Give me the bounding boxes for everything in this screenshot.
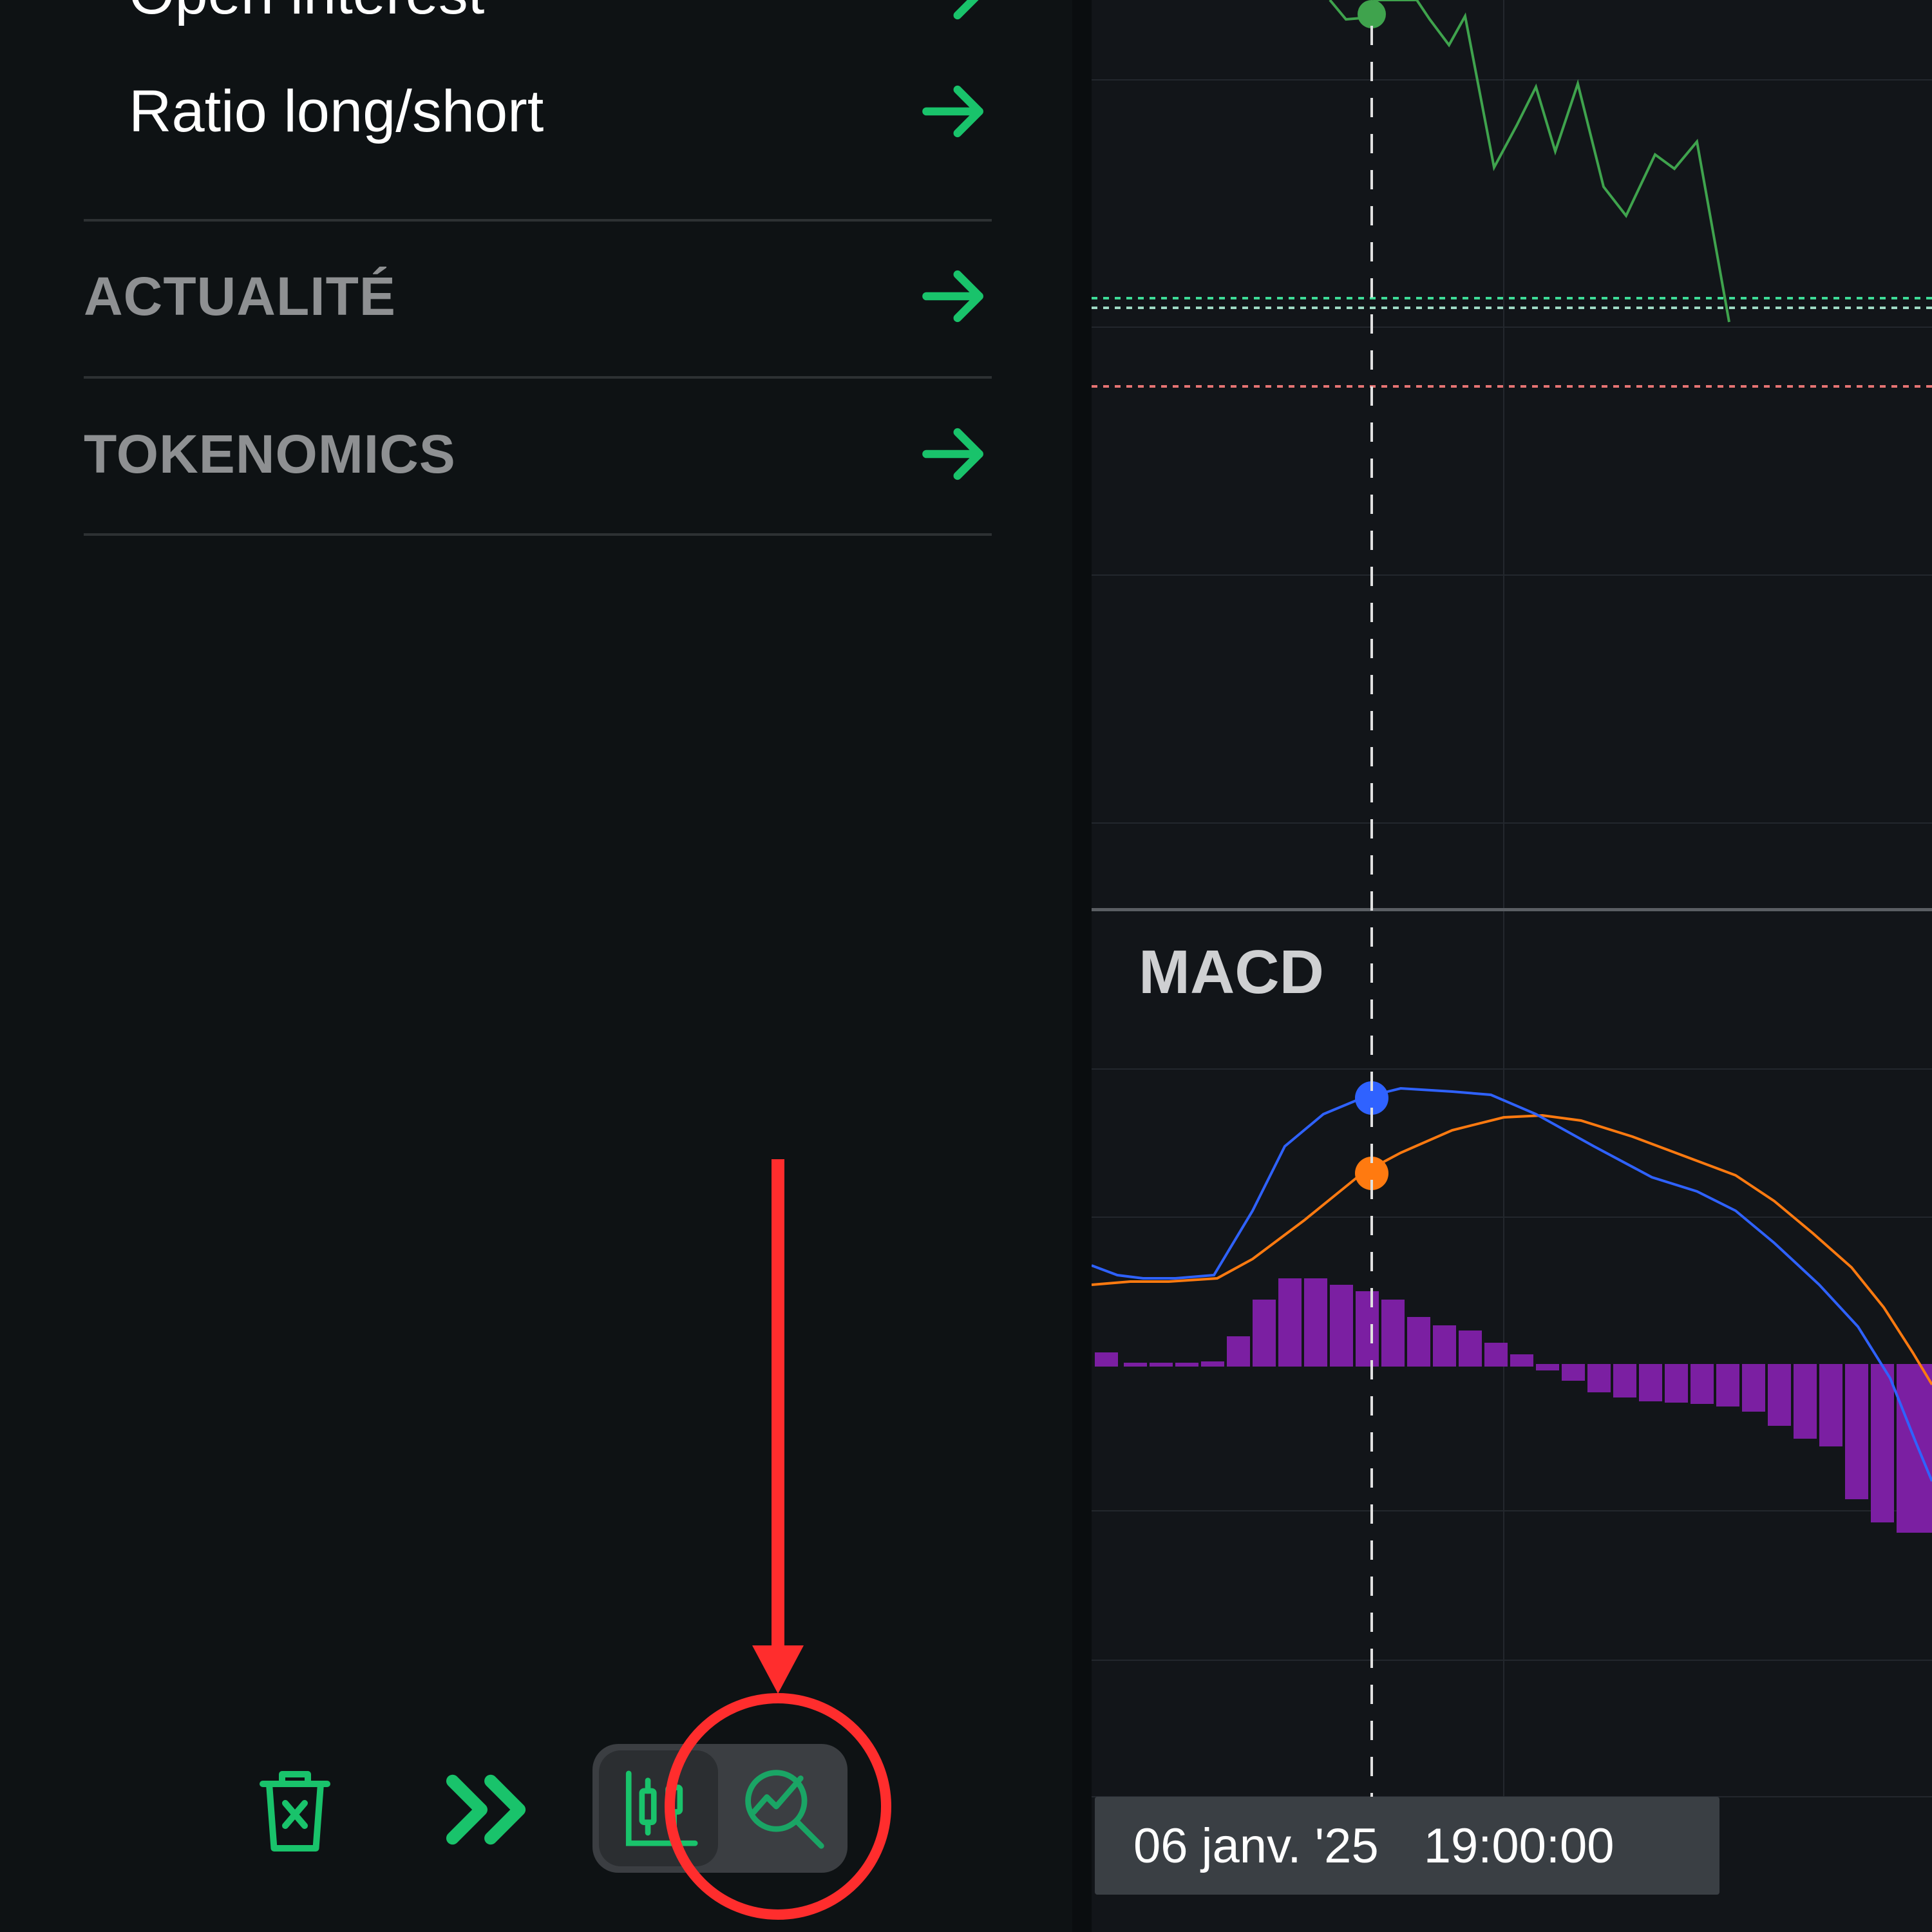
sidebar-panel: Open interest Ratio long/short ACTUALITÉ…	[0, 0, 1072, 1932]
chart-search-icon	[745, 1770, 824, 1849]
menu-item-ratio-long-short[interactable]: Ratio long/short	[84, 74, 992, 149]
bottom-toolbar	[0, 1713, 1072, 1906]
section-label: ACTUALITÉ	[84, 265, 396, 327]
menu-item-open-interest[interactable]: Open interest	[84, 0, 992, 32]
section-label: TOKENOMICS	[84, 423, 456, 484]
panel-separator	[1072, 0, 1092, 1932]
signal-line	[1092, 1113, 1932, 1386]
price-line	[1329, 0, 1730, 323]
divider	[84, 219, 992, 222]
section-tokenomics[interactable]: TOKENOMICS	[84, 415, 992, 493]
arrow-right-icon	[922, 428, 983, 480]
double-chevron-right-icon[interactable]	[443, 1771, 532, 1848]
trash-x-icon[interactable]	[254, 1765, 336, 1855]
analysis-view-button[interactable]	[724, 1750, 841, 1866]
macd-pane-label: MACD	[1139, 938, 1324, 1007]
arrow-right-icon	[922, 85, 983, 138]
menu-item-label: Open interest	[84, 0, 484, 28]
candlestick-view-button[interactable]	[599, 1750, 718, 1866]
arrow-right-icon	[922, 270, 983, 323]
crosshair-date: 06 janv. '25	[1133, 1818, 1379, 1873]
divider	[84, 376, 992, 379]
price-crosshair-dot	[1358, 0, 1386, 28]
menu-item-label: Ratio long/short	[129, 78, 544, 144]
crosshair-time: 19:00:00	[1423, 1818, 1615, 1873]
candlestick-chart-icon	[625, 1770, 698, 1846]
macd-histogram	[1095, 1278, 1932, 1533]
section-actualite[interactable]: ACTUALITÉ	[84, 258, 992, 335]
pane-separator	[1092, 908, 1932, 911]
crosshair-time-badge: 06 janv. '25 19:00:00	[1095, 1797, 1719, 1895]
arrow-right-icon	[953, 0, 979, 20]
chart-view-toggle	[592, 1744, 848, 1873]
divider	[84, 533, 992, 536]
